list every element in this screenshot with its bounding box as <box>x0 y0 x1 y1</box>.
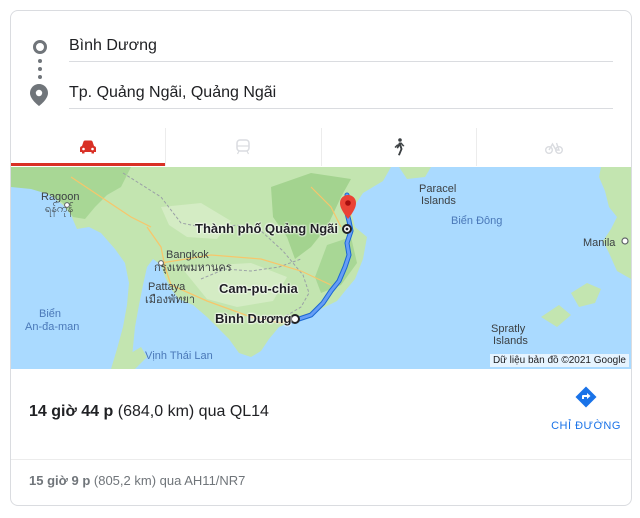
origin-dot-icon <box>33 40 47 54</box>
divider <box>11 459 631 460</box>
map-label-andaman-2: An-đa-man <box>25 321 80 333</box>
tab-cycling[interactable] <box>477 128 631 166</box>
map-label-raqoon: Ragoon <box>41 191 80 203</box>
destination-field[interactable]: Tp. Quảng Ngãi, Quảng Ngãi <box>69 78 613 109</box>
map-label-spratly-1: Spratly <box>491 323 526 335</box>
route-via: qua QL14 <box>198 403 269 420</box>
map-label-paracel-1: Paracel <box>419 183 457 195</box>
map-label-binh-duong: Bình Dương <box>215 311 292 326</box>
map-label-andaman-1: Biển <box>39 308 62 320</box>
car-icon <box>80 140 97 154</box>
map-label-pattaya: Pattaya <box>148 281 186 293</box>
route-summary[interactable]: 14 giờ 44 p (684,0 km) qua QL14 <box>29 403 269 421</box>
map-terrain <box>11 167 631 369</box>
route-dots-icon <box>38 59 42 81</box>
directions-label: CHỈ ĐƯỜNG <box>551 420 621 432</box>
map-label-quang-ngai: Thành phố Quảng Ngãi <box>195 221 338 236</box>
directions-icon <box>575 386 597 408</box>
route-duration: 14 giờ 44 p <box>29 403 114 420</box>
directions-card: Bình Dương Tp. Quảng Ngãi, Quảng Ngãi Ra… <box>10 10 632 506</box>
tab-walking[interactable] <box>322 128 477 166</box>
map-label-bangkok: Bangkok <box>166 249 209 261</box>
map-label-paracel-2: Islands <box>421 195 456 207</box>
tab-transit[interactable] <box>166 128 322 166</box>
alt-distance: (805,2 km) <box>93 473 157 488</box>
map-label-cambodia: Cam-pu-chia <box>219 281 298 296</box>
walk-icon <box>394 138 405 156</box>
map-label-spratly-2: Islands <box>493 335 528 347</box>
alt-duration: 15 giờ 9 p <box>29 473 91 488</box>
tab-driving[interactable] <box>11 128 167 166</box>
map-attribution[interactable]: Dữ liệu bản đồ ©2021 Google <box>489 354 629 367</box>
map-label-pattaya-thai: เมืองพัทยา <box>145 294 196 306</box>
map-label-bien-dong: Biển Đông <box>451 215 503 227</box>
travel-mode-tabs <box>11 128 631 166</box>
directions-button[interactable]: CHỈ ĐƯỜNG <box>546 385 626 432</box>
map-label-gulf: Vịnh Thái Lan <box>145 350 213 362</box>
route-distance: (684,0 km) <box>117 403 195 420</box>
transit-icon <box>236 139 251 155</box>
alt-via: qua AH11/NR7 <box>159 473 246 488</box>
destination-pin-icon <box>30 84 48 106</box>
bicycle-icon <box>544 142 563 154</box>
alternative-route[interactable]: 15 giờ 9 p (805,2 km) qua AH11/NR7 <box>29 473 245 488</box>
map-label-manila: Manila <box>583 237 616 249</box>
map-label-raqoon-script: ရန်ကုန် <box>45 203 74 215</box>
origin-field[interactable]: Bình Dương <box>69 31 613 62</box>
route-map[interactable]: Ragoon ရန်ကုန် Bangkok กรุงเทพมหานคร Pat… <box>11 167 631 369</box>
map-label-bangkok-thai: กรุงเทพมหานคร <box>154 262 232 274</box>
